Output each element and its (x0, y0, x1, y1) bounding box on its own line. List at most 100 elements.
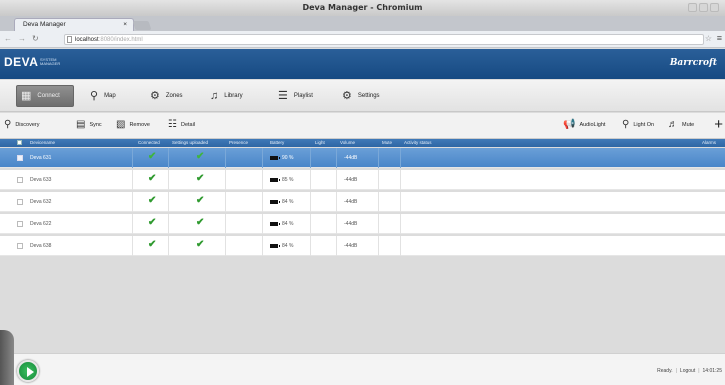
maximize-button[interactable] (699, 3, 708, 12)
forward-icon[interactable]: → (18, 33, 26, 45)
column-header[interactable]: Volume (340, 139, 355, 147)
column-divider (168, 148, 169, 168)
connected-check-icon: ✔ (148, 195, 157, 206)
volume-value: -44dB (344, 221, 358, 227)
browser-menu-icon[interactable]: ≡ (717, 33, 722, 43)
table-row[interactable]: Deva 638 ✔ ✔ 84 % -44dB (0, 236, 725, 256)
column-divider (310, 192, 311, 212)
remove-button[interactable]: ▧ Remove (116, 119, 150, 131)
detail-button[interactable]: ☷ Detail (168, 119, 195, 131)
address-bar[interactable]: localhost:8080/index.html (64, 34, 704, 45)
settings-uploaded-check-icon: ✔ (196, 173, 205, 184)
table-header: Devicename Connected Settings uploaded P… (0, 139, 725, 147)
row-checkbox[interactable] (17, 243, 23, 249)
page-icon (67, 36, 72, 43)
connected-check-icon: ✔ (148, 217, 157, 228)
column-divider (262, 148, 263, 168)
table-row[interactable]: Deva 631 ✔ ✔ 90 % -44dB (0, 148, 725, 168)
trash-icon: ▧ (116, 119, 126, 130)
column-divider (262, 214, 263, 234)
column-header[interactable]: Devicename (30, 139, 55, 147)
deva-logo: DEVA (4, 55, 39, 69)
column-header[interactable]: Settings uploaded (172, 139, 208, 147)
action-label: Discovery (15, 122, 40, 128)
browser-tabstrip: Deva Manager × (0, 16, 725, 31)
minimize-button[interactable] (688, 3, 697, 12)
row-checkbox[interactable] (17, 221, 23, 227)
close-window-button[interactable] (710, 3, 719, 12)
tab-connect[interactable]: ▦ Connect (16, 85, 74, 107)
mute-button[interactable]: ♬ Mute (668, 119, 694, 131)
column-header[interactable]: Mute (382, 139, 392, 147)
connected-check-icon: ✔ (148, 239, 157, 250)
megaphone-icon: 📢 (563, 119, 576, 130)
battery-icon (270, 178, 280, 182)
logout-link[interactable]: Logout (680, 368, 695, 374)
status-bar: Ready. | Logout | 14:01:25 (0, 353, 725, 385)
column-divider (310, 214, 311, 234)
tab-settings[interactable]: ⚙ Settings (338, 85, 398, 107)
battery-level: 84 % (282, 243, 294, 249)
battery-level: 84 % (282, 199, 294, 205)
connected-check-icon: ✔ (148, 151, 157, 162)
column-header[interactable]: Activity status (404, 139, 432, 147)
column-divider (132, 170, 133, 190)
sync-icon: ▤ (76, 119, 86, 130)
column-header[interactable]: Alarms (702, 139, 716, 147)
device-name: Deva 632 (30, 199, 52, 205)
column-divider (262, 236, 263, 256)
column-divider (225, 170, 226, 190)
bookmark-star-icon[interactable]: ☆ (705, 34, 712, 43)
add-device-button[interactable]: + (714, 116, 723, 134)
sync-button[interactable]: ▤ Sync (76, 119, 102, 131)
row-checkbox[interactable] (17, 155, 23, 161)
reload-icon[interactable]: ↻ (32, 33, 39, 45)
column-divider (168, 214, 169, 234)
tab-library[interactable]: ♫ Library (206, 85, 261, 107)
tab-label: Settings (357, 93, 380, 99)
tab-zones[interactable]: ⚙ Zones (146, 85, 196, 107)
tab-map[interactable]: ⚲ Map (86, 85, 126, 107)
audiolight-button[interactable]: 📢 AudioLight (563, 119, 605, 131)
new-tab-button[interactable] (132, 21, 152, 30)
back-icon[interactable]: ← (4, 33, 12, 45)
column-divider (225, 214, 226, 234)
table-row[interactable]: Deva 622 ✔ ✔ 84 % -44dB (0, 214, 725, 234)
column-divider (168, 192, 169, 212)
column-divider (310, 236, 311, 256)
action-label: Remove (129, 122, 150, 128)
play-icon[interactable] (17, 360, 39, 382)
battery-level: 90 % (282, 155, 294, 161)
bulb-icon: ⚲ (622, 119, 630, 130)
row-checkbox[interactable] (17, 177, 23, 183)
window-titlebar: Deva Manager - Chromium (0, 0, 725, 16)
column-divider (132, 236, 133, 256)
main-nav: ▦ Connect ⚲ Map ⚙ Zones ♫ Library ☰ Play… (0, 80, 725, 112)
select-all-checkbox[interactable] (17, 140, 22, 145)
close-tab-icon[interactable]: × (123, 19, 127, 31)
column-header[interactable]: Battery (270, 139, 284, 147)
column-divider (378, 170, 379, 190)
column-divider (378, 236, 379, 256)
settings-icon: ⚙ (342, 90, 352, 102)
column-divider (400, 192, 401, 212)
column-divider (400, 214, 401, 234)
browser-tab[interactable]: Deva Manager × (14, 18, 134, 31)
table-row[interactable]: Deva 632 ✔ ✔ 84 % -44dB (0, 192, 725, 212)
column-header[interactable]: Light (315, 139, 325, 147)
tab-label: Map (104, 93, 116, 99)
connected-check-icon: ✔ (148, 173, 157, 184)
table-row[interactable]: Deva 633 ✔ ✔ 85 % -44dB (0, 170, 725, 190)
tab-playlist[interactable]: ☰ Playlist (274, 85, 329, 107)
volume-value: -44dB (344, 155, 358, 161)
discovery-button[interactable]: ⚲ Discovery (4, 119, 39, 131)
column-divider (262, 192, 263, 212)
column-header[interactable]: Presence (229, 139, 248, 147)
column-divider (400, 170, 401, 190)
light-on-button[interactable]: ⚲ Light On (622, 119, 654, 131)
row-checkbox[interactable] (17, 199, 23, 205)
column-divider (225, 236, 226, 256)
column-header[interactable]: Connected (138, 139, 160, 147)
device-bezel (0, 330, 14, 385)
speaker-icon: ♬ (668, 119, 678, 130)
